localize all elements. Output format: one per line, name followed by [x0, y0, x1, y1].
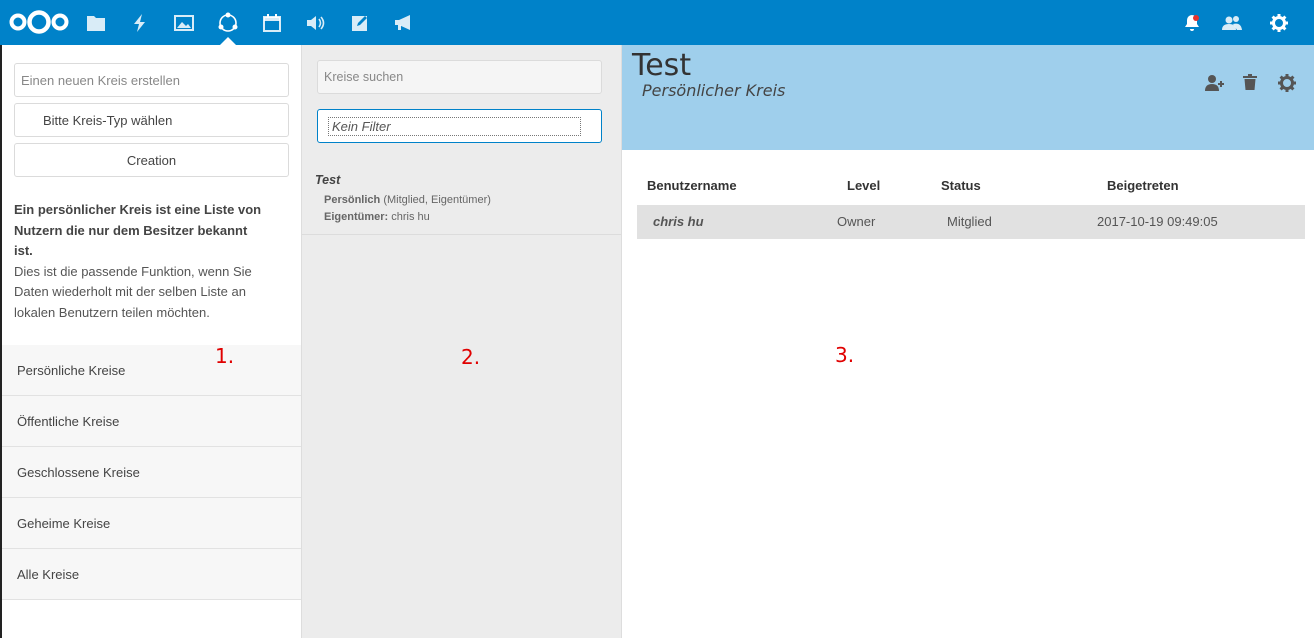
circle-filter-select[interactable]: Kein Filter [317, 109, 602, 143]
annotation-3: 3. [835, 343, 855, 367]
circle-title: Test [632, 48, 692, 83]
header-level[interactable]: Level [847, 178, 880, 193]
circle-creation-sidebar: Einen neuen Kreis erstellen Bitte Kreis-… [0, 45, 301, 638]
notifications-icon[interactable] [1180, 11, 1204, 35]
nav-personal-circles[interactable]: Persönliche Kreise [2, 345, 301, 396]
owner-label: Eigentümer: [324, 211, 389, 223]
circle-item-type-label: Persönlich [324, 194, 381, 206]
top-bar [0, 0, 1314, 45]
contacts-icon[interactable] [1220, 11, 1244, 35]
circle-item-membership: (Mitglied, Eigentümer) [383, 194, 491, 206]
description-text: Dies ist die passende Funktion, wenn Sie… [14, 263, 252, 320]
circle-list-item[interactable]: Test Persönlich (Mitglied, Eigentümer) E… [302, 167, 621, 235]
circle-type-nav: Persönliche Kreise Öffentliche Kreise Ge… [2, 345, 301, 600]
circle-item-owner: Eigentümer: chris hu [324, 211, 430, 223]
nav-secret-circles[interactable]: Geheime Kreise [2, 498, 301, 549]
row-username: chris hu [653, 214, 704, 229]
circle-type-select[interactable]: Bitte Kreis-Typ wählen [14, 103, 289, 137]
row-level: Owner [837, 214, 876, 229]
annotation-2: 2. [461, 345, 481, 369]
add-member-icon[interactable] [1205, 74, 1225, 94]
circle-item-type: Persönlich (Mitglied, Eigentümer) [324, 194, 491, 206]
nav-closed-circles[interactable]: Geschlossene Kreise [2, 447, 301, 498]
calendar-icon[interactable] [260, 11, 284, 35]
row-status: Mitglied [947, 214, 992, 229]
filter-value: Kein Filter [328, 116, 581, 136]
header-username[interactable]: Benutzername [647, 178, 737, 193]
circle-list-panel: Kreise suchen Kein Filter Test Persönlic… [302, 45, 621, 638]
nextcloud-logo[interactable] [8, 9, 70, 35]
creation-button[interactable]: Creation [14, 143, 289, 177]
activity-icon[interactable] [128, 11, 152, 35]
header-status[interactable]: Status [941, 178, 981, 193]
table-row[interactable]: chris hu Owner Mitglied 2017-10-19 09:49… [637, 205, 1305, 239]
annotation-1: 1. [215, 344, 235, 368]
circles-icon[interactable] [216, 11, 240, 35]
circle-search-input[interactable]: Kreise suchen [317, 60, 602, 94]
circle-item-name: Test [315, 173, 341, 187]
gallery-icon[interactable] [172, 11, 196, 35]
files-icon[interactable] [84, 11, 108, 35]
nav-all-circles[interactable]: Alle Kreise [2, 549, 301, 600]
delete-trash-icon[interactable] [1243, 74, 1259, 94]
circle-subtitle: Persönlicher Kreis [642, 81, 786, 100]
members-panel: Benutzername Level Status Beigetreten ch… [622, 150, 1314, 638]
active-app-indicator [220, 37, 236, 45]
header-joined[interactable]: Beigetreten [1107, 178, 1179, 193]
owner-name: chris hu [391, 211, 430, 223]
description-bold: Ein persönlicher Kreis ist eine Liste vo… [14, 202, 262, 258]
row-joined: 2017-10-19 09:49:05 [1097, 214, 1218, 229]
circle-detail-header: Test Persönlicher Kreis [622, 45, 1314, 150]
nav-public-circles[interactable]: Öffentliche Kreise [2, 396, 301, 447]
announcement-icon[interactable] [392, 11, 416, 35]
notes-icon[interactable] [348, 11, 372, 35]
circle-settings-icon[interactable] [1278, 74, 1296, 92]
settings-gear-icon[interactable] [1267, 11, 1291, 35]
audio-icon[interactable] [304, 11, 328, 35]
new-circle-input[interactable]: Einen neuen Kreis erstellen [14, 63, 289, 97]
circle-type-description: Ein persönlicher Kreis ist eine Liste vo… [14, 200, 264, 323]
